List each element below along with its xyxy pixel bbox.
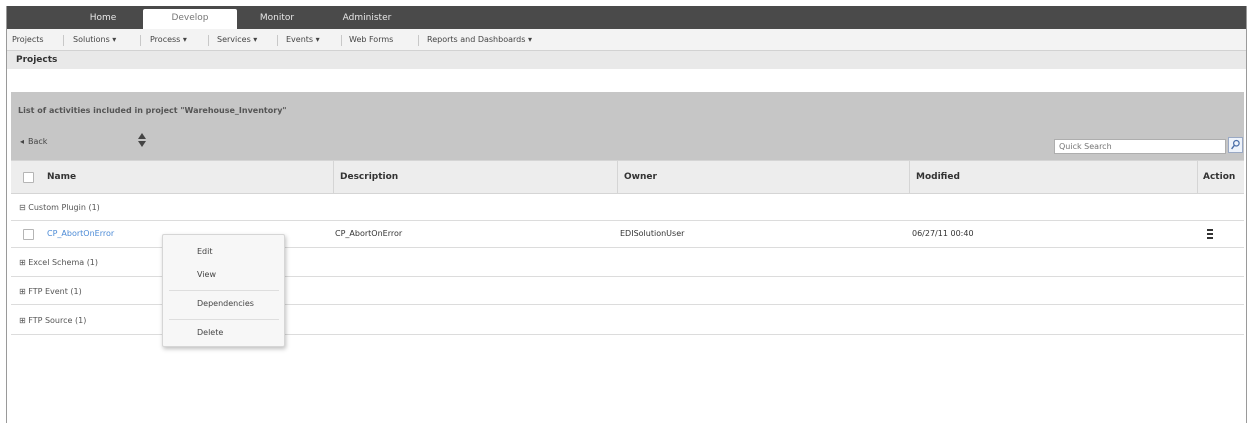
context-menu-divider xyxy=(169,319,279,320)
sort-icon[interactable] xyxy=(137,132,147,148)
column-header-action: Action xyxy=(1203,172,1236,182)
activity-name-link[interactable]: CP_AbortOnError xyxy=(47,229,114,238)
submenu-bar: Projects Solutions ▾ Process ▾ Services … xyxy=(7,29,1246,51)
activity-modified: 06/27/11 00:40 xyxy=(912,229,974,238)
column-header-modified[interactable]: Modified xyxy=(916,161,960,193)
activity-owner: EDISolutionUser xyxy=(620,229,685,238)
tab-develop[interactable]: Develop xyxy=(143,9,237,29)
quick-search-input[interactable] xyxy=(1054,139,1226,154)
submenu-divider xyxy=(63,35,64,46)
submenu-process[interactable]: Process ▾ xyxy=(150,29,187,51)
column-header-name[interactable]: Name xyxy=(47,161,76,193)
back-button[interactable]: ◂ Back xyxy=(20,137,47,146)
page-title: Projects xyxy=(16,55,58,65)
group-row-custom-plugin[interactable]: ⊟ Custom Plugin (1) xyxy=(11,194,1244,221)
context-menu-view[interactable]: View xyxy=(163,270,284,279)
submenu-events[interactable]: Events ▾ xyxy=(286,29,320,51)
back-arrow-icon: ◂ xyxy=(20,137,25,146)
submenu-reports-dashboards[interactable]: Reports and Dashboards ▾ xyxy=(427,29,532,51)
activity-description: CP_AbortOnError xyxy=(335,229,403,238)
row-checkbox[interactable] xyxy=(23,229,34,240)
column-divider xyxy=(909,161,910,193)
submenu-divider xyxy=(208,35,209,46)
page-header: Projects xyxy=(7,51,1246,69)
tab-home[interactable]: Home xyxy=(62,9,144,29)
submenu-solutions[interactable]: Solutions ▾ xyxy=(73,29,116,51)
group-label[interactable]: ⊟ Custom Plugin (1) xyxy=(19,203,100,212)
table-header: Name Description Owner Modified Action xyxy=(11,160,1244,194)
tab-monitor[interactable]: Monitor xyxy=(237,9,317,29)
group-label[interactable]: ⊞ FTP Event (1) xyxy=(19,287,82,296)
column-divider xyxy=(1197,161,1198,193)
context-menu-divider xyxy=(169,290,279,291)
column-header-owner[interactable]: Owner xyxy=(624,161,657,193)
column-divider xyxy=(617,161,618,193)
submenu-services[interactable]: Services ▾ xyxy=(217,29,257,51)
select-all-checkbox[interactable] xyxy=(23,172,34,183)
back-label: Back xyxy=(28,137,48,146)
submenu-divider xyxy=(341,35,342,46)
context-menu-delete[interactable]: Delete xyxy=(163,328,284,337)
top-tab-bar: Home Develop Monitor Administer xyxy=(7,6,1246,29)
context-menu: Edit View Dependencies Delete xyxy=(162,234,285,347)
submenu-divider xyxy=(140,35,141,46)
action-menu-icon[interactable] xyxy=(1207,229,1213,239)
submenu-divider xyxy=(277,35,278,46)
column-divider xyxy=(333,161,334,193)
tab-administer[interactable]: Administer xyxy=(317,9,417,29)
group-label[interactable]: ⊞ FTP Source (1) xyxy=(19,316,86,325)
submenu-divider xyxy=(418,35,419,46)
panel-description: List of activities included in project "… xyxy=(18,106,287,115)
group-label[interactable]: ⊞ Excel Schema (1) xyxy=(19,258,98,267)
column-header-description[interactable]: Description xyxy=(340,161,398,193)
search-icon[interactable] xyxy=(1228,137,1243,153)
submenu-projects[interactable]: Projects xyxy=(12,29,44,51)
context-menu-edit[interactable]: Edit xyxy=(163,247,284,256)
context-menu-dependencies[interactable]: Dependencies xyxy=(163,299,284,308)
activities-panel: List of activities included in project "… xyxy=(11,92,1244,160)
app-window: Home Develop Monitor Administer Projects… xyxy=(6,6,1247,423)
submenu-web-forms[interactable]: Web Forms xyxy=(349,29,393,51)
